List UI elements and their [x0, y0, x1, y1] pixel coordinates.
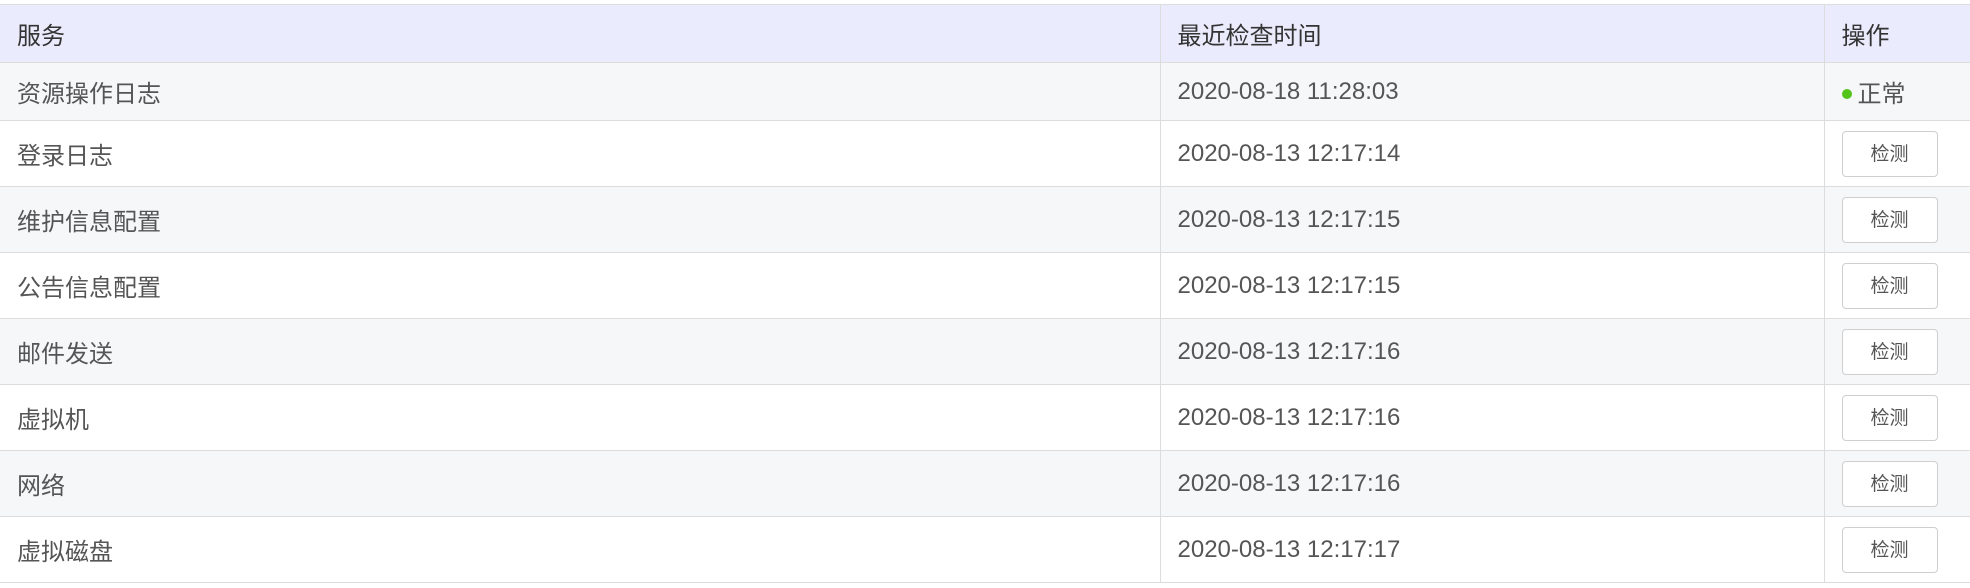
check-button[interactable]: 检测 — [1841, 262, 1938, 309]
service-check-table-container: 服务 最近检查时间 操作 资源操作日志 2020-08-18 11:28:03 … — [0, 0, 1970, 588]
service-name: 虚拟机 — [0, 384, 1160, 451]
check-button[interactable]: 检测 — [1841, 526, 1938, 573]
action-cell: 检测 — [1823, 186, 1970, 253]
service-name: 虚拟磁盘 — [0, 516, 1160, 583]
status-label: 正常 — [1857, 80, 1906, 108]
column-header-last-check-time: 最近检查时间 — [1159, 4, 1824, 63]
last-check-time: 2020-08-13 12:17:16 — [1159, 384, 1824, 451]
table-row: 网络 2020-08-13 12:17:16 检测 — [0, 450, 1970, 517]
table-row: 登录日志 2020-08-13 12:17:14 检测 — [0, 120, 1970, 187]
service-name: 邮件发送 — [0, 318, 1160, 385]
service-name: 资源操作日志 — [0, 62, 1160, 121]
table-row: 虚拟机 2020-08-13 12:17:16 检测 — [0, 384, 1970, 451]
check-button[interactable]: 检测 — [1841, 328, 1938, 375]
status-dot-icon — [1841, 88, 1852, 99]
last-check-time: 2020-08-13 12:17:15 — [1159, 252, 1824, 319]
action-cell: 检测 — [1823, 450, 1970, 517]
check-button[interactable]: 检测 — [1841, 196, 1938, 243]
last-check-time: 2020-08-18 11:28:03 — [1159, 62, 1824, 121]
check-button[interactable]: 检测 — [1841, 394, 1938, 441]
service-name: 公告信息配置 — [0, 252, 1160, 319]
column-header-action: 操作 — [1823, 4, 1970, 63]
action-cell: 正常 — [1823, 62, 1970, 121]
table-row: 维护信息配置 2020-08-13 12:17:15 检测 — [0, 186, 1970, 253]
service-name: 网络 — [0, 450, 1160, 517]
action-cell: 检测 — [1823, 384, 1970, 451]
service-name: 登录日志 — [0, 120, 1160, 187]
action-cell: 检测 — [1823, 516, 1970, 583]
service-name: 维护信息配置 — [0, 186, 1160, 253]
action-cell: 检测 — [1823, 120, 1970, 187]
last-check-time: 2020-08-13 12:17:16 — [1159, 318, 1824, 385]
table-row: 公告信息配置 2020-08-13 12:17:15 检测 — [0, 252, 1970, 319]
column-header-service: 服务 — [0, 4, 1160, 63]
check-button[interactable]: 检测 — [1841, 460, 1938, 507]
check-button[interactable]: 检测 — [1841, 130, 1938, 177]
action-cell: 检测 — [1823, 318, 1970, 385]
table-row: 邮件发送 2020-08-13 12:17:16 检测 — [0, 318, 1970, 385]
table-row: 虚拟磁盘 2020-08-13 12:17:17 检测 — [0, 516, 1970, 583]
last-check-time: 2020-08-13 12:17:15 — [1159, 186, 1824, 253]
service-check-table: 服务 最近检查时间 操作 资源操作日志 2020-08-18 11:28:03 … — [0, 4, 1970, 583]
table-header-row: 服务 最近检查时间 操作 — [0, 4, 1970, 63]
status-normal: 正常 — [1841, 74, 1906, 109]
last-check-time: 2020-08-13 12:17:14 — [1159, 120, 1824, 187]
action-cell: 检测 — [1823, 252, 1970, 319]
last-check-time: 2020-08-13 12:17:16 — [1159, 450, 1824, 517]
last-check-time: 2020-08-13 12:17:17 — [1159, 516, 1824, 583]
table-row: 资源操作日志 2020-08-18 11:28:03 正常 — [0, 62, 1970, 121]
